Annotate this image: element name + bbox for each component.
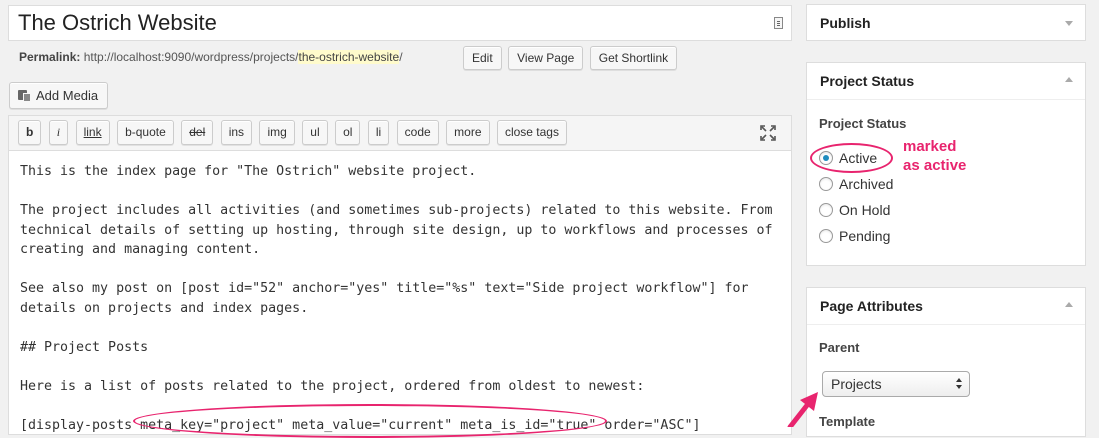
permalink-slug[interactable]: the-ostrich-website [298,50,400,64]
page-attributes-title: Page Attributes [820,298,923,314]
annotation-circle-shortcode [133,404,607,438]
edit-permalink-button[interactable]: Edit [463,46,502,70]
li-button[interactable]: li [367,120,390,145]
close-tags-button[interactable]: close tags [496,120,567,145]
bold-button[interactable]: b [18,120,42,145]
collapse-arrow-icon[interactable] [1065,21,1073,26]
radio-pending[interactable]: Pending [819,227,890,245]
annotation-circle-active [810,143,893,173]
expand-arrow-icon[interactable] [1065,77,1073,82]
project-status-field-label: Project Status [819,116,907,131]
document-icon[interactable] [774,17,783,29]
annotation-line-2: as active [903,157,967,174]
ul-button[interactable]: ul [302,120,328,145]
permalink-label: Permalink: [19,50,81,64]
permalink-buttons: Edit View Page Get Shortlink [463,46,679,70]
ol-button[interactable]: ol [335,120,361,145]
text-editor: b i link b-quote del ins img ul ol li co… [8,115,792,435]
permalink-tail: / [399,50,403,64]
expand-arrow-icon[interactable] [1065,302,1073,307]
ins-button[interactable]: ins [220,120,253,145]
radio-label: Archived [839,176,894,192]
publish-box: Publish [806,4,1086,41]
annotation-line-1: marked [903,138,957,155]
parent-select[interactable]: Projects [822,371,970,397]
radio-button[interactable] [819,203,833,217]
radio-label: On Hold [839,202,891,218]
add-media-button[interactable]: Add Media [9,82,109,109]
link-button[interactable]: link [75,120,110,145]
radio-archived[interactable]: Archived [819,175,893,193]
annotation-note: marked as active [903,137,966,175]
blockquote-button[interactable]: b-quote [117,120,174,145]
del-button[interactable]: del [181,120,214,145]
project-status-title: Project Status [820,73,915,89]
radio-on-hold[interactable]: On Hold [819,201,890,219]
fullscreen-icon[interactable] [760,125,776,141]
title-field[interactable]: The Ostrich Website [8,5,792,41]
annotation-arrow-icon [787,392,818,427]
permalink-base: http://localhost:9090/wordpress/projects… [83,50,299,64]
page-attributes-box: Page Attributes Parent Projects Template [806,287,1086,437]
more-button[interactable]: more [446,120,490,145]
permalink: Permalink: http://localhost:9090/wordpre… [19,50,403,64]
parent-label: Parent [819,340,860,355]
select-arrows-icon [956,378,962,390]
italic-button[interactable]: i [48,120,69,145]
view-page-button[interactable]: View Page [508,46,584,70]
get-shortlink-button[interactable]: Get Shortlink [589,46,678,70]
project-status-header[interactable]: Project Status [807,63,1085,100]
radio-button[interactable] [819,229,833,243]
parent-select-value: Projects [831,376,882,392]
post-title[interactable]: The Ostrich Website [18,10,217,36]
add-media-label: Add Media [36,88,99,103]
radio-button[interactable] [819,177,833,191]
publish-title: Publish [820,15,871,31]
content-textarea[interactable]: This is the index page for "The Ostrich"… [20,162,779,435]
img-button[interactable]: img [259,120,295,145]
publish-header[interactable]: Publish [807,5,1085,41]
page-attributes-header[interactable]: Page Attributes [807,288,1085,325]
media-icon [18,88,32,102]
radio-label: Pending [839,228,891,244]
quicktags-toolbar: b i link b-quote del ins img ul ol li co… [9,116,791,151]
code-button[interactable]: code [396,120,439,145]
